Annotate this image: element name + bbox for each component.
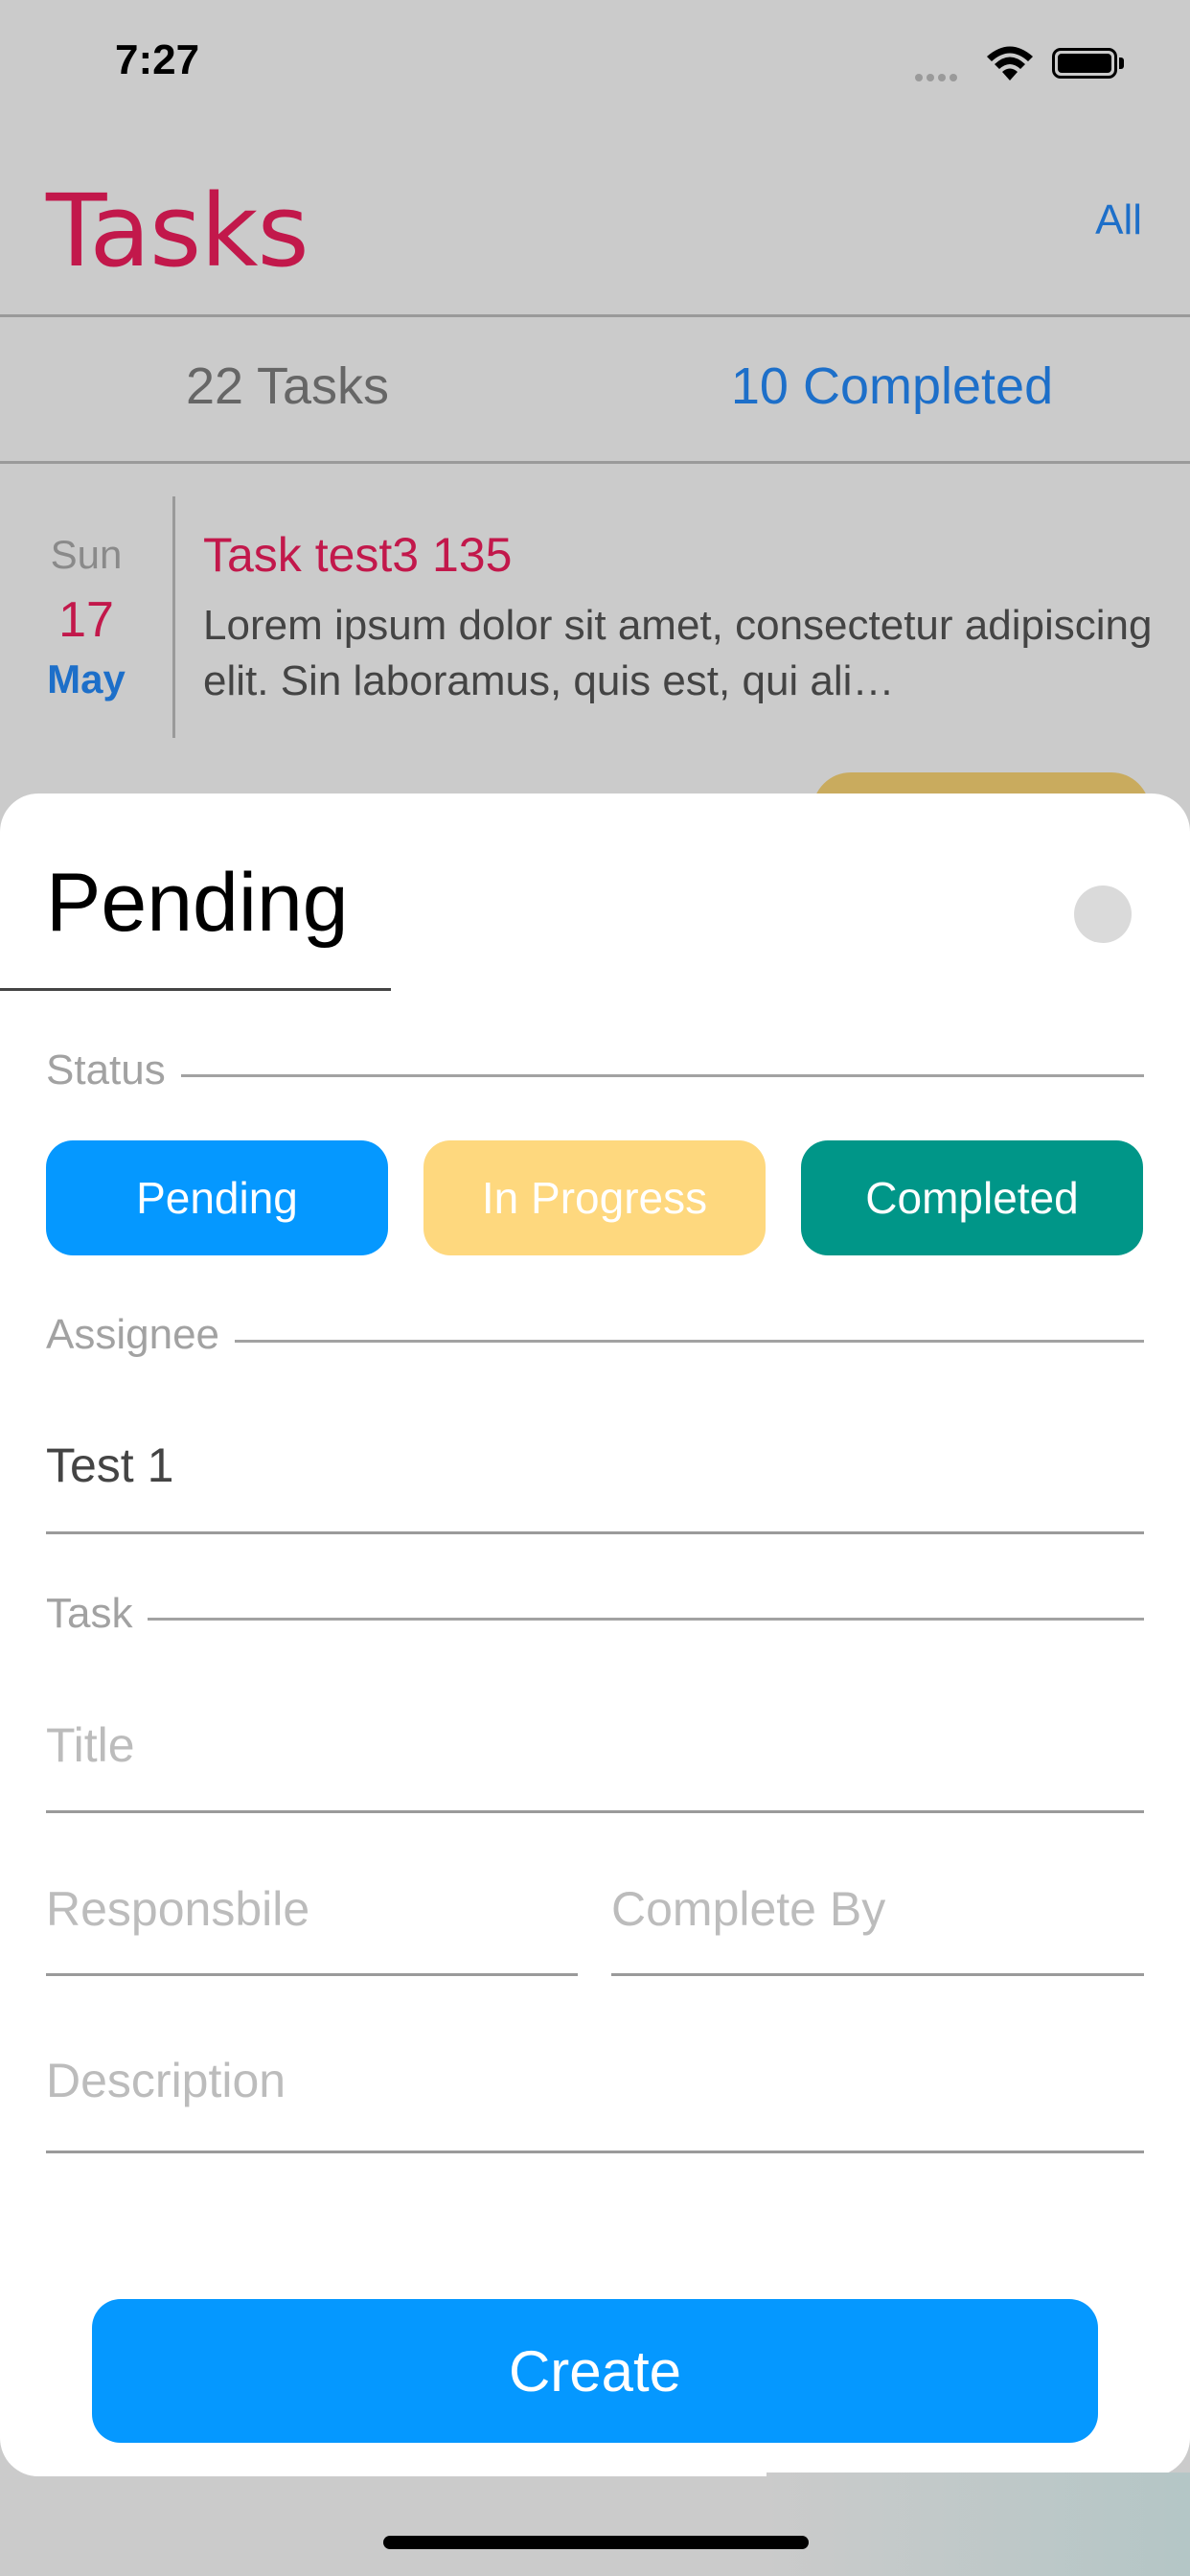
assignee-field[interactable]: Test 1 [46,1438,173,1493]
responsible-input-underline [46,1973,578,1976]
status-completed-button[interactable]: Completed [801,1140,1143,1255]
assignee-label: Assignee [46,1311,236,1359]
battery-icon [1052,48,1117,79]
home-indicator[interactable] [383,2536,809,2549]
task-label: Task [46,1590,149,1638]
signal-dots-icon [915,69,969,81]
assignee-section-rule [230,1340,1144,1343]
wifi-icon [985,44,1035,87]
create-button[interactable]: Create [92,2299,1098,2443]
title-input[interactable]: Title [46,1717,135,1773]
assignee-field-underline [46,1531,1144,1534]
status-pending-button[interactable]: Pending [46,1140,388,1255]
description-input-underline [46,2150,1144,2153]
filter-all-button[interactable]: All [1095,196,1142,244]
battery-cap [1119,58,1124,69]
description-input[interactable]: Description [46,2053,286,2108]
close-icon[interactable] [1074,886,1132,943]
bottom-background [767,2472,1190,2576]
completed-count[interactable]: 10 Completed [594,356,1190,416]
stats-divider [0,461,1190,464]
title-input-underline [46,1810,1144,1813]
task-date: 17 [58,592,114,648]
complete-by-input[interactable]: Complete By [611,1881,885,1937]
status-label: Status [46,1046,181,1094]
task-section-rule [144,1618,1144,1621]
complete-by-input-underline [611,1973,1144,1976]
responsible-input[interactable]: Responsbile [46,1881,309,1937]
sheet-title: Pending [46,857,349,949]
task-card-divider [172,496,175,738]
task-title[interactable]: Task test3 135 [203,527,512,583]
status-in-progress-button[interactable]: In Progress [423,1140,766,1255]
tasks-count[interactable]: 22 Tasks [0,356,575,416]
page-title: Tasks [46,172,309,289]
sheet-title-underline [0,988,391,991]
task-month: May [47,656,126,702]
header-divider [0,314,1190,317]
task-day: Sun [50,532,123,577]
status-section-rule [172,1074,1144,1077]
status-time: 7:27 [115,36,200,83]
task-description: Lorem ipsum dolor sit amet, consectetur … [203,602,1153,704]
